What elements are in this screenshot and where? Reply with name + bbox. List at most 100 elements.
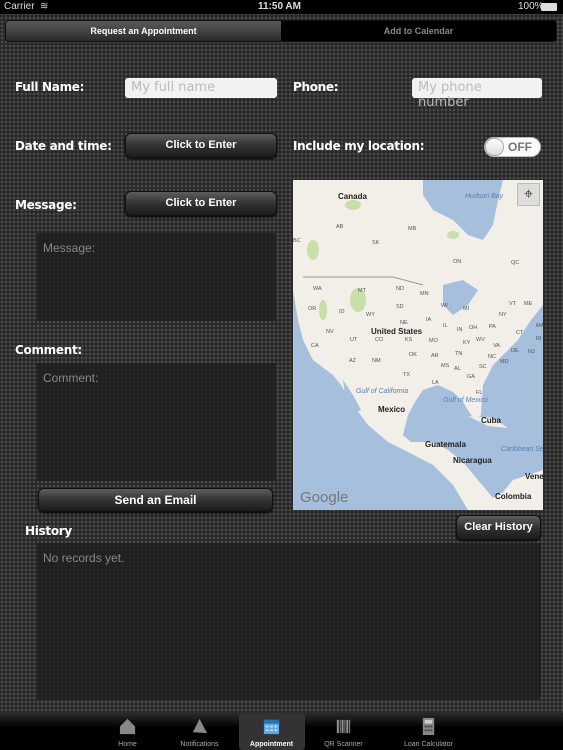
calculator-icon — [422, 717, 434, 736]
date-time-button[interactable]: Click to Enter — [125, 133, 277, 158]
map-label-nicaragua: Nicaragua — [453, 456, 492, 465]
map-region-ga: GA — [467, 374, 475, 380]
map-view[interactable]: Canada Hudson Bay United States Mexico Gulf … — [293, 180, 543, 510]
history-empty-text: No records yet. — [43, 551, 125, 565]
segment-add-to-calendar[interactable]: Add to Calendar — [281, 21, 556, 41]
map-region-ms: MS — [441, 363, 450, 369]
message-button[interactable]: Click to Enter — [125, 191, 277, 216]
home-icon — [119, 718, 135, 735]
map-region-va: VA — [493, 343, 500, 349]
map-region-or: OR — [308, 306, 316, 312]
segmented-control: Request an Appointment Add to Calendar — [5, 20, 557, 42]
phone-input[interactable]: My phone number — [412, 78, 542, 110]
map-region-nm: NM — [372, 358, 381, 364]
map-region-az: AZ — [349, 358, 357, 364]
map-region-me: ME — [524, 301, 533, 307]
map-region-wv: WV — [476, 337, 485, 343]
tab-label: QR Scanner — [324, 741, 363, 748]
send-email-button[interactable]: Send an Email — [38, 488, 273, 512]
map-region-tn: TN — [455, 351, 462, 357]
map-region-mb: MB — [408, 226, 417, 232]
map-label-gulf_cal: Gulf of California — [356, 388, 408, 395]
clock: 11:50 AM — [258, 1, 301, 12]
map-region-oh: OH — [469, 325, 477, 331]
map-region-la: LA — [432, 380, 439, 386]
date-time-label: Date and time: — [15, 139, 112, 153]
map-region-ia: IA — [426, 317, 432, 323]
map-region-wy: WY — [366, 312, 375, 318]
tab-notifications[interactable]: Notifications — [167, 713, 233, 750]
map-region-ab: AB — [336, 224, 344, 230]
map-label-mexico: Mexico — [378, 405, 405, 414]
map-region-sk: SK — [372, 240, 380, 246]
map-region-in: IN — [457, 327, 463, 333]
battery-percent: 100% — [518, 1, 544, 12]
clear-history-button[interactable]: Clear History — [456, 515, 541, 540]
segment-request-appointment[interactable]: Request an Appointment — [6, 21, 281, 41]
comment-textarea[interactable]: Comment: — [37, 363, 276, 481]
map-region-wi: WI — [441, 303, 448, 309]
tab-label: Loan Calculator — [403, 741, 454, 748]
map-region-sc: SC — [479, 364, 487, 370]
message-label: Message: — [15, 198, 77, 212]
map-region-vt: VT — [509, 301, 517, 307]
map-region-ne: NE — [400, 320, 408, 326]
tab-label: Home — [118, 741, 137, 748]
toggle-knob — [485, 138, 504, 156]
tab-bar: Home Notifications Appointment QR Scanne… — [0, 713, 563, 750]
tab-appointment[interactable]: Appointment — [238, 713, 305, 750]
map-region-ca: CA — [311, 343, 319, 349]
map-region-md: MD — [500, 359, 509, 365]
history-list: No records yet. — [37, 543, 541, 700]
map-label-gulf_mex: Gulf of Mexico — [443, 397, 488, 404]
map-region-al: AL — [454, 366, 461, 372]
map-region-ma: MA — [536, 323, 543, 329]
status-bar: Carrier ≋ 11:50 AM 100% — [0, 0, 563, 14]
location-toggle[interactable]: OFF — [484, 137, 541, 157]
map-region-sd: SD — [396, 304, 404, 310]
map-region-on: ON — [453, 259, 461, 265]
map-region-il: IL — [443, 323, 448, 329]
land-north-america — [293, 180, 543, 510]
map-region-ny: NY — [499, 312, 507, 318]
map-region-de: DE — [511, 348, 519, 354]
carrier: Carrier — [4, 1, 35, 12]
map-region-nc: NC — [488, 354, 496, 360]
map-region-mt: MT — [358, 288, 367, 294]
map-region-ok: OK — [409, 352, 417, 358]
tab-label: Notifications — [180, 741, 219, 748]
google-attribution: Google — [300, 489, 348, 506]
map-region-qc: QC — [511, 260, 519, 266]
map-label-venez: Venez — [525, 472, 543, 481]
map-label-guatemala: Guatemala — [425, 440, 466, 449]
map-region-nd: ND — [396, 286, 404, 292]
full-name-input[interactable]: My full name — [125, 78, 277, 98]
phone-label: Phone: — [293, 80, 339, 94]
tab-home[interactable]: Home — [95, 713, 161, 750]
map-region-ut: UT — [350, 337, 358, 343]
map-label-colombia: Colombia — [495, 492, 532, 501]
map-region-ct: CT — [516, 330, 524, 336]
crosshair-icon[interactable]: ⌖ — [517, 183, 540, 206]
megaphone-icon — [192, 718, 207, 734]
map-region-nv: NV — [326, 329, 334, 335]
map-label-us: United States — [371, 327, 423, 336]
map-label-cuba: Cuba — [481, 416, 502, 425]
barcode-icon — [336, 719, 350, 734]
message-textarea[interactable]: Message: — [37, 233, 276, 321]
map-region-pa: PA — [489, 324, 496, 330]
tab-loan-calculator[interactable]: Loan Calculator — [389, 713, 469, 750]
map-label-caribbean: Caribbean Sea — [501, 446, 543, 453]
tab-label: Appointment — [249, 741, 294, 748]
map-region-id: ID — [339, 309, 345, 315]
map-region-ri: RI — [536, 336, 542, 342]
map-region-tx: TX — [403, 372, 410, 378]
history-title: History — [25, 524, 72, 538]
map-region-nj: NJ — [528, 349, 535, 355]
full-name-label: Full Name: — [15, 80, 85, 94]
map-region-ky: KY — [463, 340, 471, 346]
tab-qr-scanner[interactable]: QR Scanner — [311, 713, 377, 750]
map-region-mo: MO — [429, 338, 439, 344]
toggle-state: OFF — [508, 140, 532, 154]
map-region-ks: KS — [405, 337, 413, 343]
